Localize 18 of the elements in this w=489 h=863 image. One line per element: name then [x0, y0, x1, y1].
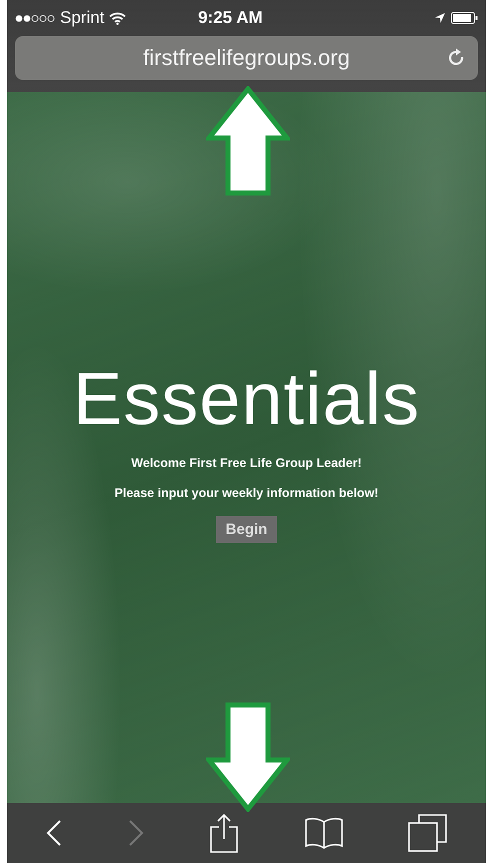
wifi-icon: [109, 12, 126, 24]
battery-icon: [451, 12, 478, 24]
instruction-text: Please input your weekly information below!: [114, 486, 378, 500]
status-time: 9:25 AM: [198, 8, 263, 28]
reload-icon[interactable]: [448, 48, 466, 68]
welcome-text: Welcome First Free Life Group Leader!: [131, 456, 362, 470]
tabs-icon[interactable]: [408, 813, 448, 853]
essentials-logo: Essentials: [72, 362, 420, 436]
book-icon[interactable]: [304, 817, 344, 849]
share-icon[interactable]: [208, 813, 240, 853]
begin-button[interactable]: Begin: [216, 516, 278, 543]
location-icon: [434, 12, 446, 24]
address-bar[interactable]: firstfreelifegroups.org: [15, 36, 478, 80]
back-icon[interactable]: [44, 819, 63, 847]
up-arrow-icon: [206, 86, 290, 196]
carrier-name: Sprint: [60, 8, 104, 28]
signal-icon: [15, 14, 55, 22]
down-arrow-icon: [206, 702, 290, 812]
